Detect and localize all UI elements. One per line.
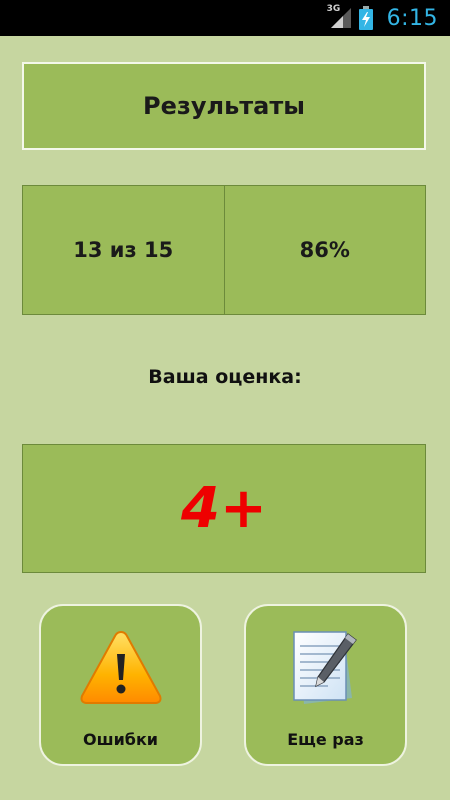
status-bar: 3G 6:15 — [0, 0, 450, 36]
retry-button-label: Еще раз — [287, 730, 364, 749]
status-icons: 3G 6:15 — [327, 0, 438, 36]
score-percent: 86% — [299, 238, 350, 262]
clock: 6:15 — [386, 5, 438, 31]
grade-box: 4+ — [22, 444, 426, 573]
battery-icon — [358, 6, 373, 30]
grade-label: Ваша оценка: — [148, 366, 302, 388]
score-box: 13 из 15 86% — [22, 185, 426, 315]
errors-button-label: Ошибки — [82, 730, 159, 749]
errors-button[interactable]: Ошибки — [39, 604, 202, 766]
grade-value: 4+ — [181, 476, 267, 541]
retry-button[interactable]: Еще раз — [244, 604, 407, 766]
document-pen-icon — [292, 631, 357, 704]
warning-icon — [80, 630, 161, 704]
correct-count: 13 из 15 — [23, 186, 225, 314]
signal-icon: 3G — [327, 0, 353, 36]
page-title: Результаты — [143, 92, 305, 120]
results-title-box: Результаты — [22, 62, 426, 150]
